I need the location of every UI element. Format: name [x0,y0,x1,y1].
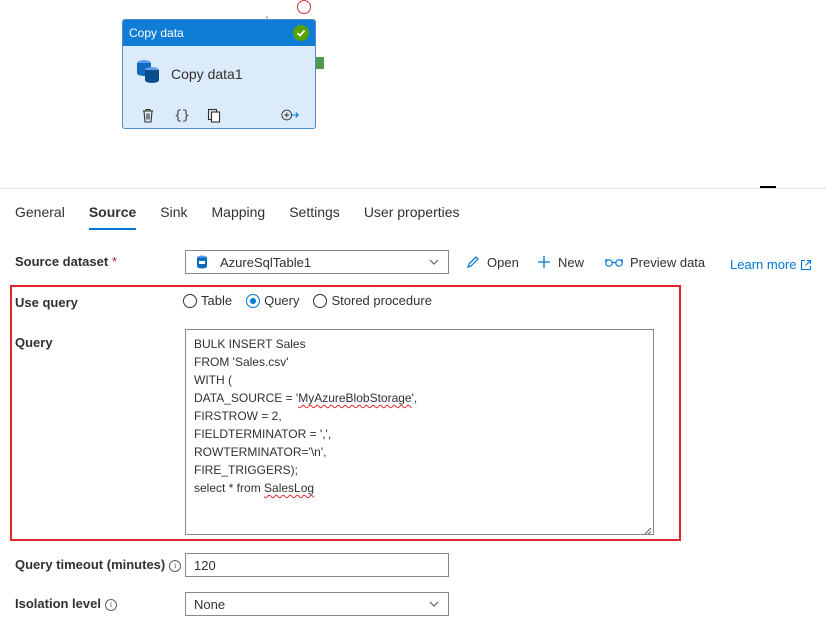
tab-general[interactable]: General [15,204,65,230]
success-port[interactable] [316,57,324,69]
query-line: DATA_SOURCE = 'MyAzureBlobStorage', [194,391,418,405]
radio-stored-procedure[interactable]: Stored procedure [313,293,432,308]
open-dataset-button[interactable]: Open [465,254,519,270]
activity-header: Copy data [123,20,315,46]
clone-icon[interactable] [205,106,223,124]
properties-tabs: General Source Sink Mapping Settings Use… [15,204,484,230]
activity-type-label: Copy data [129,26,184,40]
radio-circle-selected [246,293,261,308]
tab-mapping[interactable]: Mapping [212,204,266,230]
resize-grip-icon[interactable] [642,523,652,534]
query-line: WITH ( [194,373,232,387]
learn-more-link[interactable]: Learn more [730,257,812,272]
isolation-level-value: None [194,596,226,612]
tab-sink[interactable]: Sink [160,204,187,230]
collapse-panel-handle[interactable] [760,186,776,188]
panel-divider [0,188,826,189]
isolation-level-dropdown[interactable]: None [185,592,449,616]
source-dataset-value: AzureSqlTable1 [220,254,312,270]
query-label: Query [15,335,53,350]
success-check-icon [293,25,309,41]
add-output-icon[interactable] [281,106,299,124]
query-line: BULK INSERT Sales [194,337,306,351]
tab-user-properties[interactable]: User properties [364,204,460,230]
query-timeout-input[interactable] [185,553,449,577]
radio-query[interactable]: Query [246,293,299,308]
required-mark: * [111,254,117,269]
sql-table-icon [196,255,210,269]
query-line: FIRSTROW = 2, [194,409,282,423]
preview-data-button[interactable]: Preview data [604,254,705,270]
spellcheck-word: SalesLog [264,481,315,495]
plus-icon [538,256,550,268]
edit-icon [467,256,479,268]
query-line: select * from SalesLog [194,481,315,495]
spellcheck-word: MyAzureBlobStorage [298,391,412,405]
query-line: FIELDTERMINATOR = ',', [194,427,332,441]
query-timeout-label: Query timeout (minutes) i [15,557,182,572]
external-link-icon [801,259,812,270]
copy-data-activity[interactable]: Copy data Copy data1 {} [122,19,316,129]
glasses-icon [604,258,624,267]
activity-name: Copy data1 [171,65,243,82]
use-query-label: Use query [15,295,78,310]
source-dataset-label: Source dataset * [15,254,117,269]
info-icon[interactable]: i [104,599,117,611]
query-line: ROWTERMINATOR='\n', [194,445,327,459]
failure-port[interactable] [297,0,311,14]
info-icon[interactable]: i [169,560,182,572]
activity-actions: {} [139,106,299,124]
isolation-level-label: Isolation level i [15,596,117,611]
query-line: FIRE_TRIGGERS); [194,463,299,477]
copy-data-icon [135,58,161,89]
radio-circle [183,293,197,308]
radio-circle [313,293,328,308]
source-dataset-dropdown[interactable]: AzureSqlTable1 [185,250,449,274]
radio-table[interactable]: Table [183,293,232,308]
chevron-down-icon [428,256,440,268]
tab-source[interactable]: Source [88,204,137,230]
tab-settings[interactable]: Settings [289,204,340,230]
chevron-down-icon [428,598,440,610]
new-dataset-button[interactable]: New [536,254,584,270]
delete-icon[interactable] [139,106,157,124]
query-line: FROM 'Sales.csv' [194,355,289,369]
use-query-radio-group: Table Query Stored procedure [183,293,446,308]
code-icon[interactable]: {} [173,106,191,124]
query-textarea[interactable]: BULK INSERT Sales FROM 'Sales.csv' WITH ( D… [185,329,654,535]
activity-body: Copy data1 [123,46,315,89]
